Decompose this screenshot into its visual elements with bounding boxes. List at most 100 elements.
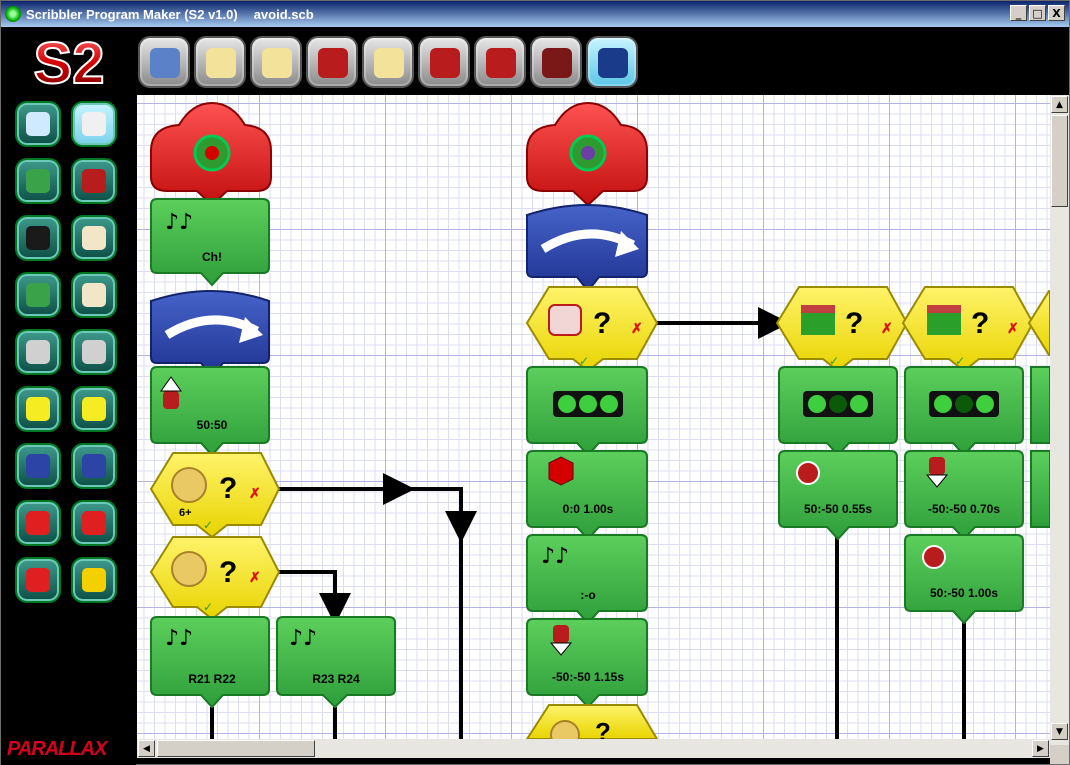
svg-text:✓: ✓ xyxy=(203,600,213,614)
svg-text:✗: ✗ xyxy=(249,485,261,501)
hourglass-icon xyxy=(82,283,106,307)
help-button[interactable] xyxy=(586,36,638,88)
robot-status-button[interactable] xyxy=(418,36,470,88)
svg-text:✗: ✗ xyxy=(881,320,893,336)
save-as-button[interactable] xyxy=(362,36,414,88)
coin-icon xyxy=(550,720,580,739)
close-button[interactable]: X xyxy=(1048,5,1065,21)
program-canvas[interactable]: ♪♪ Ch! 50:50 ? ✗ 6+ ✓ ? ✗ ✓ ♪♪ R21 R22 ♪… xyxy=(137,95,1050,739)
move-block-stop[interactable]: 0:0 1.00s xyxy=(526,450,648,541)
question-icon xyxy=(598,48,628,78)
robot-halo-icon xyxy=(430,48,460,78)
stop-tool-button[interactable] xyxy=(71,557,117,603)
svg-text:50:-50 1.00s: 50:-50 1.00s xyxy=(930,586,998,600)
pointer-tool-button[interactable] xyxy=(71,101,117,147)
svg-text:✓: ✓ xyxy=(829,354,839,368)
sound-block-r21[interactable]: ♪♪ R21 R22 xyxy=(150,616,270,709)
stop-stripes-icon xyxy=(82,568,106,592)
scrollbar-corner xyxy=(1050,745,1069,764)
led-block-partial[interactable] xyxy=(1030,366,1050,444)
robot-info-button[interactable] xyxy=(530,36,582,88)
pen-tool-button[interactable] xyxy=(71,329,117,375)
start-block-1[interactable] xyxy=(150,101,272,207)
condition-block-obstacle[interactable]: ? ✗ ✓ xyxy=(525,286,659,373)
exit-tool-button[interactable] xyxy=(15,557,61,603)
folder-save-icon xyxy=(262,48,292,78)
goto-block-2[interactable] xyxy=(526,204,648,293)
scroll-down-arrow-icon[interactable]: ▼ xyxy=(1051,723,1068,740)
music-notes-icon: ♪♪ xyxy=(165,210,193,235)
scroll-left-arrow-icon[interactable]: ◀ xyxy=(138,740,155,757)
move-block-back-left[interactable]: -50:-50 0.70s xyxy=(904,450,1024,541)
window-title: Scribbler Program Maker (S2 v1.0) xyxy=(26,6,238,22)
svg-text:50:-50 0.55s: 50:-50 0.55s xyxy=(804,502,872,516)
horizontal-scrollbar[interactable]: ◀ ▶ xyxy=(137,739,1050,758)
music-notes-icon: ♪♪ xyxy=(165,626,193,651)
led-block-2[interactable] xyxy=(778,366,898,457)
move-tool-button[interactable] xyxy=(71,158,117,204)
open-file-button[interactable] xyxy=(194,36,246,88)
subroutine-call-tool-button[interactable] xyxy=(15,500,61,546)
folder-open-icon xyxy=(206,48,236,78)
svg-text:✗: ✗ xyxy=(249,569,261,585)
vertical-scroll-thumb[interactable] xyxy=(1051,115,1068,207)
move-block-partial[interactable] xyxy=(1030,450,1050,528)
loop-return-tool-button[interactable] xyxy=(71,443,117,489)
new-program-button[interactable] xyxy=(138,36,190,88)
return-tool-button[interactable] xyxy=(71,500,117,546)
move-block-spin-right[interactable]: 50:-50 0.55s xyxy=(778,450,898,541)
condition-block-coin[interactable]: ? ✗ ✓ xyxy=(149,536,281,621)
ampersand-question-icon xyxy=(82,397,106,421)
loop-icon xyxy=(26,454,50,478)
flag-tool-button[interactable] xyxy=(15,272,61,318)
svg-text:R23 R24: R23 R24 xyxy=(312,672,360,686)
flowchart: ♪♪ Ch! 50:50 ? ✗ 6+ ✓ ? ✗ ✓ ♪♪ R21 R22 ♪… xyxy=(149,101,1050,739)
minimize-button[interactable]: _ xyxy=(1010,5,1027,21)
condition-block-coin-2[interactable]: ? xyxy=(525,704,659,739)
subroutine-tool-button[interactable] xyxy=(15,329,61,375)
svg-text:✗: ✗ xyxy=(1007,320,1019,336)
sound-block-chirp[interactable]: ♪♪ Ch! xyxy=(150,198,270,287)
music-notes-icon: ♪♪ xyxy=(541,544,569,569)
load-robot-button[interactable] xyxy=(306,36,358,88)
sound-block-face[interactable]: ♪♪ :-o xyxy=(526,534,648,625)
svg-text:Ch!: Ch! xyxy=(202,250,222,264)
condition-block-coin-count[interactable]: ? ✗ 6+ ✓ xyxy=(149,452,281,539)
svg-text:?: ? xyxy=(595,717,611,739)
clipboard-tool-button[interactable] xyxy=(15,158,61,204)
save-file-button[interactable] xyxy=(250,36,302,88)
robot-calibrate-button[interactable] xyxy=(474,36,526,88)
svg-text:R21 R22: R21 R22 xyxy=(188,672,236,686)
timer-tool-button[interactable] xyxy=(71,272,117,318)
sound-tool-button[interactable] xyxy=(71,215,117,261)
move-block-spin-right-2[interactable]: 50:-50 1.00s xyxy=(904,534,1024,625)
and-condition-tool-button[interactable] xyxy=(71,386,117,432)
move-block-forward[interactable]: 50:50 xyxy=(150,366,270,457)
condition-block-left-obstacle[interactable]: ? ✗ ✓ xyxy=(775,286,909,373)
led-block-1[interactable] xyxy=(526,366,648,457)
condition-block-front-obstacle[interactable]: ? ✗ ✓ xyxy=(901,286,1035,373)
svg-text:-50:-50 1.15s: -50:-50 1.15s xyxy=(552,670,624,684)
condition-block-partial[interactable] xyxy=(1027,290,1050,356)
maximize-button[interactable]: □ xyxy=(1029,5,1046,21)
scroll-right-arrow-icon[interactable]: ▶ xyxy=(1032,740,1049,757)
loop-tool-button[interactable] xyxy=(15,443,61,489)
leds-tool-button[interactable] xyxy=(15,215,61,261)
music-notes-icon xyxy=(82,226,106,250)
goto-block-1[interactable] xyxy=(150,290,270,379)
condition-tool-button[interactable] xyxy=(15,386,61,432)
svg-text::-o: :-o xyxy=(580,588,595,602)
subroutine-icon xyxy=(26,340,50,364)
horizontal-scroll-thumb[interactable] xyxy=(157,740,315,757)
start-block-2[interactable] xyxy=(526,101,648,207)
zoom-tool-button[interactable] xyxy=(15,101,61,147)
led-block-3[interactable] xyxy=(904,366,1024,457)
sound-block-r23[interactable]: ♪♪ R23 R24 xyxy=(276,616,396,709)
svg-text:6+: 6+ xyxy=(179,507,192,519)
move-block-backup[interactable]: -50:-50 1.15s xyxy=(526,618,648,709)
grid-document-icon xyxy=(150,48,180,78)
scroll-up-arrow-icon[interactable]: ▲ xyxy=(1051,96,1068,113)
loop-return-icon xyxy=(82,454,106,478)
svg-text:?: ? xyxy=(845,307,863,340)
vertical-scrollbar[interactable]: ▲ ▼ xyxy=(1050,95,1069,745)
